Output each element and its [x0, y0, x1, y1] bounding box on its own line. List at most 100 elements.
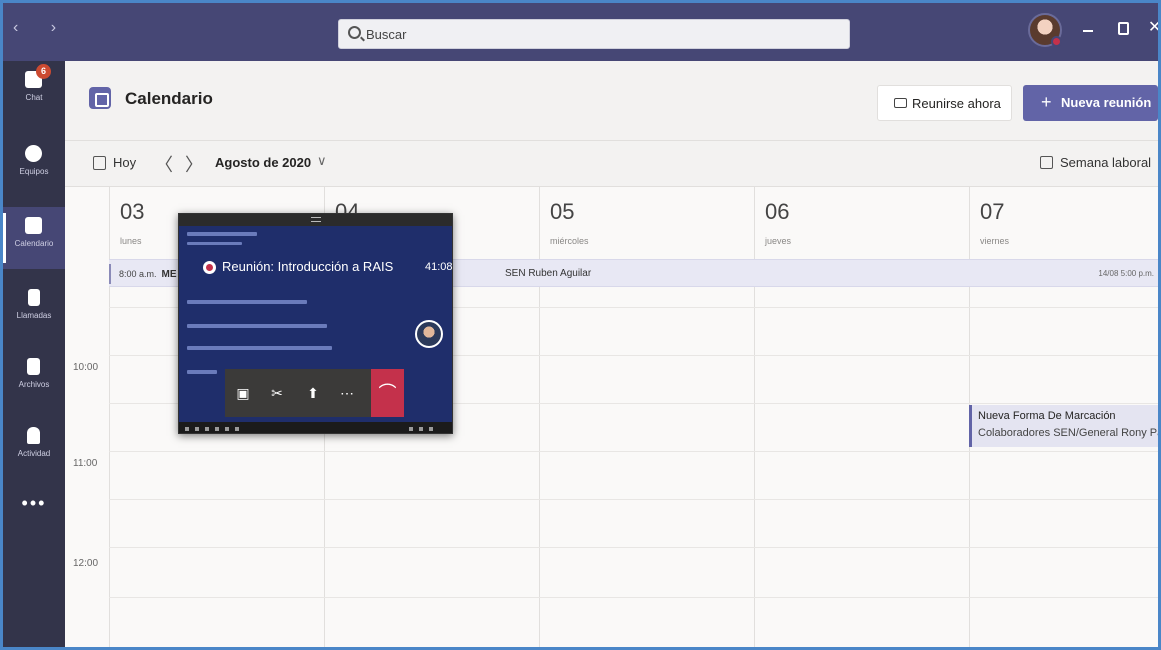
day-number: 06: [765, 199, 790, 224]
meeting-controls: ▣ ✂ ⬆ ⋯ ⌒: [225, 369, 404, 417]
presence-status-icon: [1051, 36, 1062, 47]
event-title: Nueva Forma De Marcación: [978, 410, 1116, 422]
day-number: 07: [980, 199, 1005, 224]
bell-icon: [27, 427, 40, 444]
meeting-window-titlebar[interactable]: [179, 214, 452, 226]
day-number: 03: [120, 199, 145, 224]
rail-item-label: Chat: [25, 93, 43, 102]
rail-item-label: Calendario: [14, 239, 54, 248]
view-icon: [1040, 156, 1053, 169]
next-week-button[interactable]: 〉: [185, 151, 203, 177]
file-icon: [27, 358, 40, 375]
slide-text-line: [187, 242, 242, 245]
calendar-icon: [89, 87, 111, 109]
minimize-button[interactable]: [1083, 30, 1093, 32]
half-hour-divider: [109, 547, 1158, 548]
day-name: miércoles: [550, 236, 589, 246]
taskbar-icon: [429, 427, 433, 431]
drag-handle-icon[interactable]: [311, 217, 321, 222]
meeting-title: Reunión: Introducción a RAIS: [222, 259, 394, 274]
column-divider: [969, 287, 970, 647]
search-placeholder: Buscar: [366, 27, 407, 42]
day-header[interactable]: 05 miércoles: [539, 187, 754, 259]
hang-up-icon[interactable]: ⌒: [371, 369, 404, 417]
rail-item-label: Actividad: [17, 449, 51, 458]
time-label: 11:00: [73, 458, 98, 469]
search-input[interactable]: Buscar: [338, 19, 850, 49]
chevron-down-icon[interactable]: ∨: [317, 153, 327, 169]
time-label: 12:00: [73, 558, 99, 569]
today-button[interactable]: Hoy: [113, 155, 136, 170]
video-icon: [894, 98, 907, 108]
calendar-toolbar: Hoy 〈 〉 Agosto de 2020 ∨ Semana laboral: [65, 141, 1158, 187]
day-name: jueves: [765, 236, 792, 246]
slide-text-line: [187, 370, 217, 374]
back-button[interactable]: ‹: [13, 19, 32, 36]
forward-button[interactable]: ›: [51, 19, 70, 36]
avatar[interactable]: [1028, 13, 1062, 47]
search-icon: [348, 26, 361, 39]
maximize-button[interactable]: [1118, 22, 1129, 35]
meeting-window[interactable]: Reunión: Introducción a RAIS 41:08 ▣ ✂ ⬆…: [178, 213, 453, 434]
day-header[interactable]: 06 jueves: [754, 187, 969, 259]
calendar-event[interactable]: Nueva Forma De Marcación Colaboradores S…: [969, 405, 1158, 447]
taskbar-icon: [235, 427, 239, 431]
event-title-start: ME: [161, 269, 177, 280]
more-apps-button[interactable]: •••: [3, 493, 65, 514]
taskbar-icon: [419, 427, 423, 431]
slide-text-line: [187, 324, 327, 328]
column-divider: [539, 287, 540, 647]
slide-text-line: [187, 232, 257, 236]
notification-badge: 6: [36, 64, 51, 79]
rail-item-calls[interactable]: Llamadas: [3, 279, 65, 341]
rail-item-activity[interactable]: Actividad: [3, 417, 65, 479]
time-label: 10:00: [73, 362, 99, 373]
rail-item-files[interactable]: Archivos: [3, 348, 65, 410]
event-start-time: 8:00 a.m.: [119, 269, 157, 279]
meeting-timer: 41:08: [425, 261, 453, 273]
taskbar-icon: [185, 427, 189, 431]
event-color-bar: [109, 264, 111, 284]
share-screen-icon[interactable]: ⬆: [303, 383, 323, 403]
event-attendee: SEN Ruben Aguilar: [505, 268, 592, 279]
all-day-event-start: 8:00 a.m. ME: [119, 269, 177, 280]
new-meeting-label: Nueva reunión: [1061, 95, 1152, 110]
page-title: Calendario: [125, 89, 213, 108]
calendar-icon: [25, 217, 42, 234]
rail-item-calendar[interactable]: Calendario: [3, 207, 65, 269]
day-header[interactable]: 07 viernes: [969, 187, 1158, 259]
hour-divider: [109, 597, 1158, 598]
meet-now-label: Reunirse ahora: [912, 96, 1001, 111]
rail-item-teams[interactable]: Equipos: [3, 135, 65, 197]
mic-muted-icon[interactable]: ✂: [267, 383, 287, 403]
new-meeting-button[interactable]: + Nueva reunión: [1023, 85, 1158, 121]
taskbar-icon: [215, 427, 219, 431]
rail-item-chat[interactable]: 6 Chat: [3, 61, 65, 123]
plus-icon: +: [1041, 92, 1052, 112]
phone-icon: [28, 289, 40, 306]
more-options-icon[interactable]: ⋯: [337, 383, 357, 403]
view-selector[interactable]: Semana laboral: [1060, 155, 1151, 170]
previous-week-button[interactable]: 〈: [155, 151, 173, 177]
event-end-time: 14/08 5:00 p.m.: [1098, 269, 1154, 278]
history-nav: ‹ ›: [13, 19, 70, 37]
meet-now-button[interactable]: Reunirse ahora: [877, 85, 1012, 121]
shared-screen-taskbar: [179, 422, 452, 433]
calendar-header: Calendario Reunirse ahora + Nueva reunió…: [65, 61, 1158, 141]
rail-item-label: Equipos: [19, 167, 49, 176]
day-number: 05: [550, 199, 575, 224]
title-bar: ‹ › Buscar ✕: [3, 3, 1158, 61]
taskbar-icon: [195, 427, 199, 431]
half-hour-divider: [109, 451, 1158, 452]
rail-item-label: Archivos: [18, 380, 50, 389]
app-bar: 6 Chat Equipos Calendario Llamadas Archi…: [3, 61, 65, 647]
slide-text-line: [187, 300, 307, 304]
camera-off-icon[interactable]: ▣: [233, 383, 253, 403]
day-name: viernes: [980, 236, 1010, 246]
close-icon[interactable]: ✕: [1148, 17, 1158, 37]
month-selector[interactable]: Agosto de 2020: [215, 155, 311, 170]
teams-window: ‹ › Buscar ✕ 6 Chat Equipos Calendario L…: [0, 0, 1161, 650]
teams-icon: [25, 145, 42, 162]
slide-text-line: [187, 346, 332, 350]
rail-item-label: Llamadas: [16, 311, 52, 320]
